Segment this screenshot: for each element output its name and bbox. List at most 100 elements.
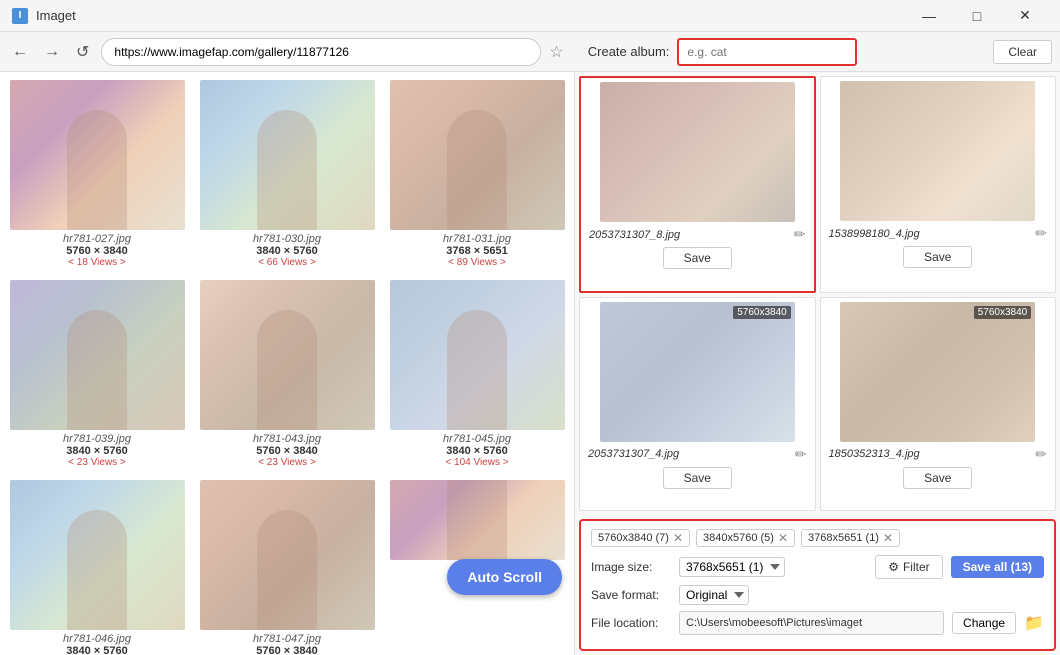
window-controls: — □ ✕ (906, 0, 1048, 32)
size-badge: 5760x3840 (733, 306, 791, 319)
filter-tag: 3768x5651 (1) ✕ (801, 529, 900, 547)
list-item: hr781-039.jpg 3840 × 5760 < 23 Views > (4, 276, 190, 472)
gallery-filename: hr781-043.jpg (253, 433, 321, 445)
save-button[interactable]: Save (903, 467, 972, 489)
maximize-button[interactable]: □ (954, 0, 1000, 32)
image-size-row: Image size: 3768x5651 (1) 5760x3840 (7) … (591, 555, 1044, 579)
auto-scroll-button[interactable]: Auto Scroll (447, 559, 562, 595)
gallery-thumb[interactable] (10, 80, 185, 230)
list-item: hr781-045.jpg 3840 × 5760 < 104 Views > (384, 276, 570, 472)
gallery-filename: hr781-046.jpg (63, 633, 131, 645)
gallery-filename: hr781-047.jpg (253, 633, 321, 645)
gallery-views: < 104 Views > (443, 457, 511, 468)
clear-button[interactable]: Clear (993, 40, 1052, 64)
minimize-button[interactable]: — (906, 0, 952, 32)
gallery-dims: 3840 × 5760 (253, 245, 321, 257)
gallery-views: < 18 Views > (63, 257, 131, 268)
image-size-select[interactable]: 3768x5651 (1) 5760x3840 (7) 3840x5760 (5… (679, 557, 785, 577)
gallery-thumb[interactable] (200, 480, 375, 630)
bookmark-button[interactable]: ☆ (549, 42, 563, 62)
gallery-filename: hr781-031.jpg (443, 233, 511, 245)
download-thumb[interactable]: 5760x3840 (840, 302, 1035, 442)
app-title: Imaget (36, 8, 76, 23)
download-filename: 2053731307_8.jpg (589, 229, 680, 241)
download-thumb[interactable]: 5760x3840 (600, 302, 795, 442)
gallery-info: hr781-039.jpg 3840 × 5760 < 23 Views > (63, 433, 131, 468)
gallery-dims: 5760 × 3840 (253, 645, 321, 655)
gallery-thumb[interactable] (200, 80, 375, 230)
list-item: hr781-047.jpg 5760 × 3840 < 8 Views > (194, 476, 380, 655)
list-item: 5760x3840 1850352313_4.jpg ✏ Save (820, 297, 1057, 512)
filter-label: Filter (903, 560, 930, 574)
image-size-label: Image size: (591, 560, 671, 574)
title-bar: I Imaget — □ ✕ (0, 0, 1060, 32)
filter-panel: 5760x3840 (7) ✕ 3840x5760 (5) ✕ 3768x565… (579, 519, 1056, 651)
save-button[interactable]: Save (903, 246, 972, 268)
save-format-select[interactable]: Original JPEG PNG WEBP (679, 585, 749, 605)
gallery-dims: 3840 × 5760 (63, 645, 131, 655)
gallery-thumb[interactable] (390, 480, 565, 560)
url-input[interactable] (101, 38, 541, 66)
gallery-info: hr781-046.jpg 3840 × 5760 < 12 Views > (63, 633, 131, 655)
gallery-thumb[interactable] (10, 480, 185, 630)
gallery-info: hr781-045.jpg 3840 × 5760 < 104 Views > (443, 433, 511, 468)
title-bar-left: I Imaget (12, 8, 76, 24)
right-panel: 2053731307_8.jpg ✏ Save 1538998180_4.jpg… (575, 72, 1060, 655)
save-all-button[interactable]: Save all (13) (951, 556, 1044, 578)
gallery-thumb[interactable] (10, 280, 185, 430)
change-button[interactable]: Change (952, 612, 1016, 634)
tag-remove-button[interactable]: ✕ (778, 532, 788, 544)
size-badge: 5760x3840 (974, 306, 1032, 319)
gallery-panel: hr781-027.jpg 5760 × 3840 < 18 Views > h… (0, 72, 575, 655)
save-button[interactable]: Save (663, 247, 732, 269)
gallery-thumb[interactable] (390, 280, 565, 430)
edit-icon[interactable]: ✏ (794, 226, 806, 243)
gallery-thumb[interactable] (200, 280, 375, 430)
edit-icon[interactable]: ✏ (795, 446, 807, 463)
back-button[interactable]: ← (8, 41, 32, 63)
main-content: hr781-027.jpg 5760 × 3840 < 18 Views > h… (0, 72, 1060, 655)
gallery-views: < 66 Views > (253, 257, 321, 268)
edit-icon[interactable]: ✏ (1035, 446, 1047, 463)
download-thumb[interactable] (600, 82, 795, 222)
close-button[interactable]: ✕ (1002, 0, 1048, 32)
filter-tag: 3840x5760 (5) ✕ (696, 529, 795, 547)
app-icon: I (12, 8, 28, 24)
gallery-dims: 3840 × 5760 (63, 445, 131, 457)
album-input[interactable] (677, 38, 857, 66)
list-item: 1538998180_4.jpg ✏ Save (820, 76, 1057, 293)
gallery-dims: 3768 × 5651 (443, 245, 511, 257)
gallery-views: < 23 Views > (63, 457, 131, 468)
file-location-input[interactable] (679, 611, 944, 635)
forward-button[interactable]: → (40, 41, 64, 63)
album-section: Create album: Clear (588, 38, 1052, 66)
edit-icon[interactable]: ✏ (1035, 225, 1047, 242)
filter-tag: 5760x3840 (7) ✕ (591, 529, 690, 547)
download-item-footer: 1538998180_4.jpg ✏ (825, 225, 1052, 242)
list-item: 2053731307_8.jpg ✏ Save (579, 76, 816, 293)
tag-remove-button[interactable]: ✕ (673, 532, 683, 544)
tag-remove-button[interactable]: ✕ (883, 532, 893, 544)
download-item-footer: 2053731307_8.jpg ✏ (585, 226, 810, 243)
save-button[interactable]: Save (663, 467, 732, 489)
download-item-footer: 1850352313_4.jpg ✏ (825, 446, 1052, 463)
gallery-dims: 5760 × 3840 (253, 445, 321, 457)
download-thumb[interactable] (840, 81, 1035, 221)
tag-label: 3768x5651 (1) (808, 532, 879, 544)
download-filename: 2053731307_4.jpg (588, 448, 679, 460)
gallery-info: hr781-027.jpg 5760 × 3840 < 18 Views > (63, 233, 131, 268)
address-bar: ← → ↺ ☆ Create album: Clear (0, 32, 1060, 72)
filter-icon: ⚙ (888, 560, 899, 574)
list-item: 5760x3840 2053731307_4.jpg ✏ Save (579, 297, 816, 512)
list-item: hr781-030.jpg 3840 × 5760 < 66 Views > (194, 76, 380, 272)
file-location-row: File location: Change 📁 (591, 611, 1044, 635)
refresh-button[interactable]: ↺ (72, 40, 93, 64)
download-item-footer: 2053731307_4.jpg ✏ (584, 446, 811, 463)
list-item: hr781-031.jpg 3768 × 5651 < 89 Views > (384, 76, 570, 272)
download-grid: 2053731307_8.jpg ✏ Save 1538998180_4.jpg… (575, 72, 1060, 515)
gallery-thumb[interactable] (390, 80, 565, 230)
gallery-info: hr781-030.jpg 3840 × 5760 < 66 Views > (253, 233, 321, 268)
filter-button[interactable]: ⚙ Filter (875, 555, 942, 579)
gallery-dims: 5760 × 3840 (63, 245, 131, 257)
folder-icon-button[interactable]: 📁 (1024, 613, 1044, 633)
